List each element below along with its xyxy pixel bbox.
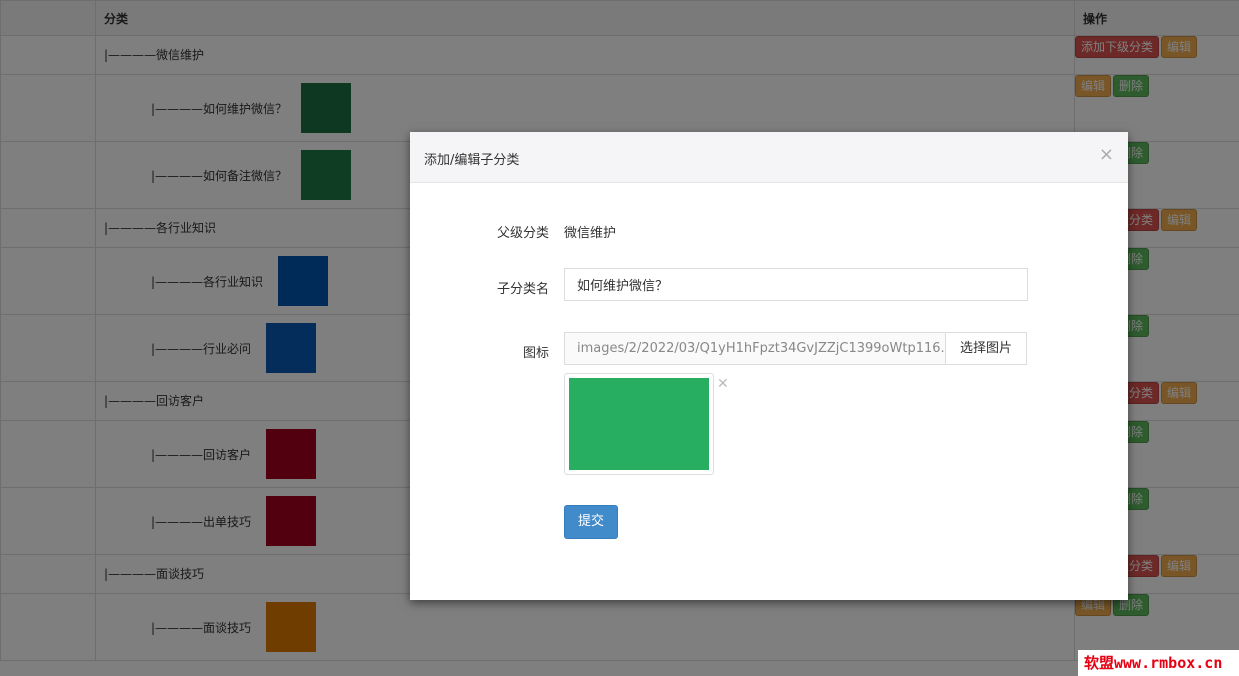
- close-icon[interactable]: ×: [1099, 145, 1114, 165]
- icon-label: 图标: [522, 346, 549, 361]
- parent-category-value: 微信维护: [564, 226, 617, 241]
- icon-preview: [564, 373, 714, 475]
- subcategory-name-label: 子分类名: [496, 282, 549, 297]
- modal-header: 添加/编辑子分类 ×: [410, 132, 1128, 183]
- icon-path-input[interactable]: images/2/2022/03/Q1yH1hFpzt34GvJZZjC1399…: [564, 332, 946, 365]
- edit-subcategory-modal: 添加/编辑子分类 × 父级分类 微信维护 子分类名 图标 images/2/20…: [410, 132, 1128, 600]
- modal-title: 添加/编辑子分类: [424, 153, 520, 168]
- icon-preview-image: [569, 378, 709, 470]
- subcategory-name-input[interactable]: [564, 268, 1028, 301]
- choose-image-button[interactable]: 选择图片: [945, 332, 1027, 365]
- submit-button[interactable]: 提交: [564, 505, 618, 539]
- parent-category-label: 父级分类: [496, 226, 549, 241]
- watermark: 软盟www.rmbox.cn: [1078, 650, 1239, 676]
- remove-image-icon[interactable]: ✕: [717, 377, 729, 391]
